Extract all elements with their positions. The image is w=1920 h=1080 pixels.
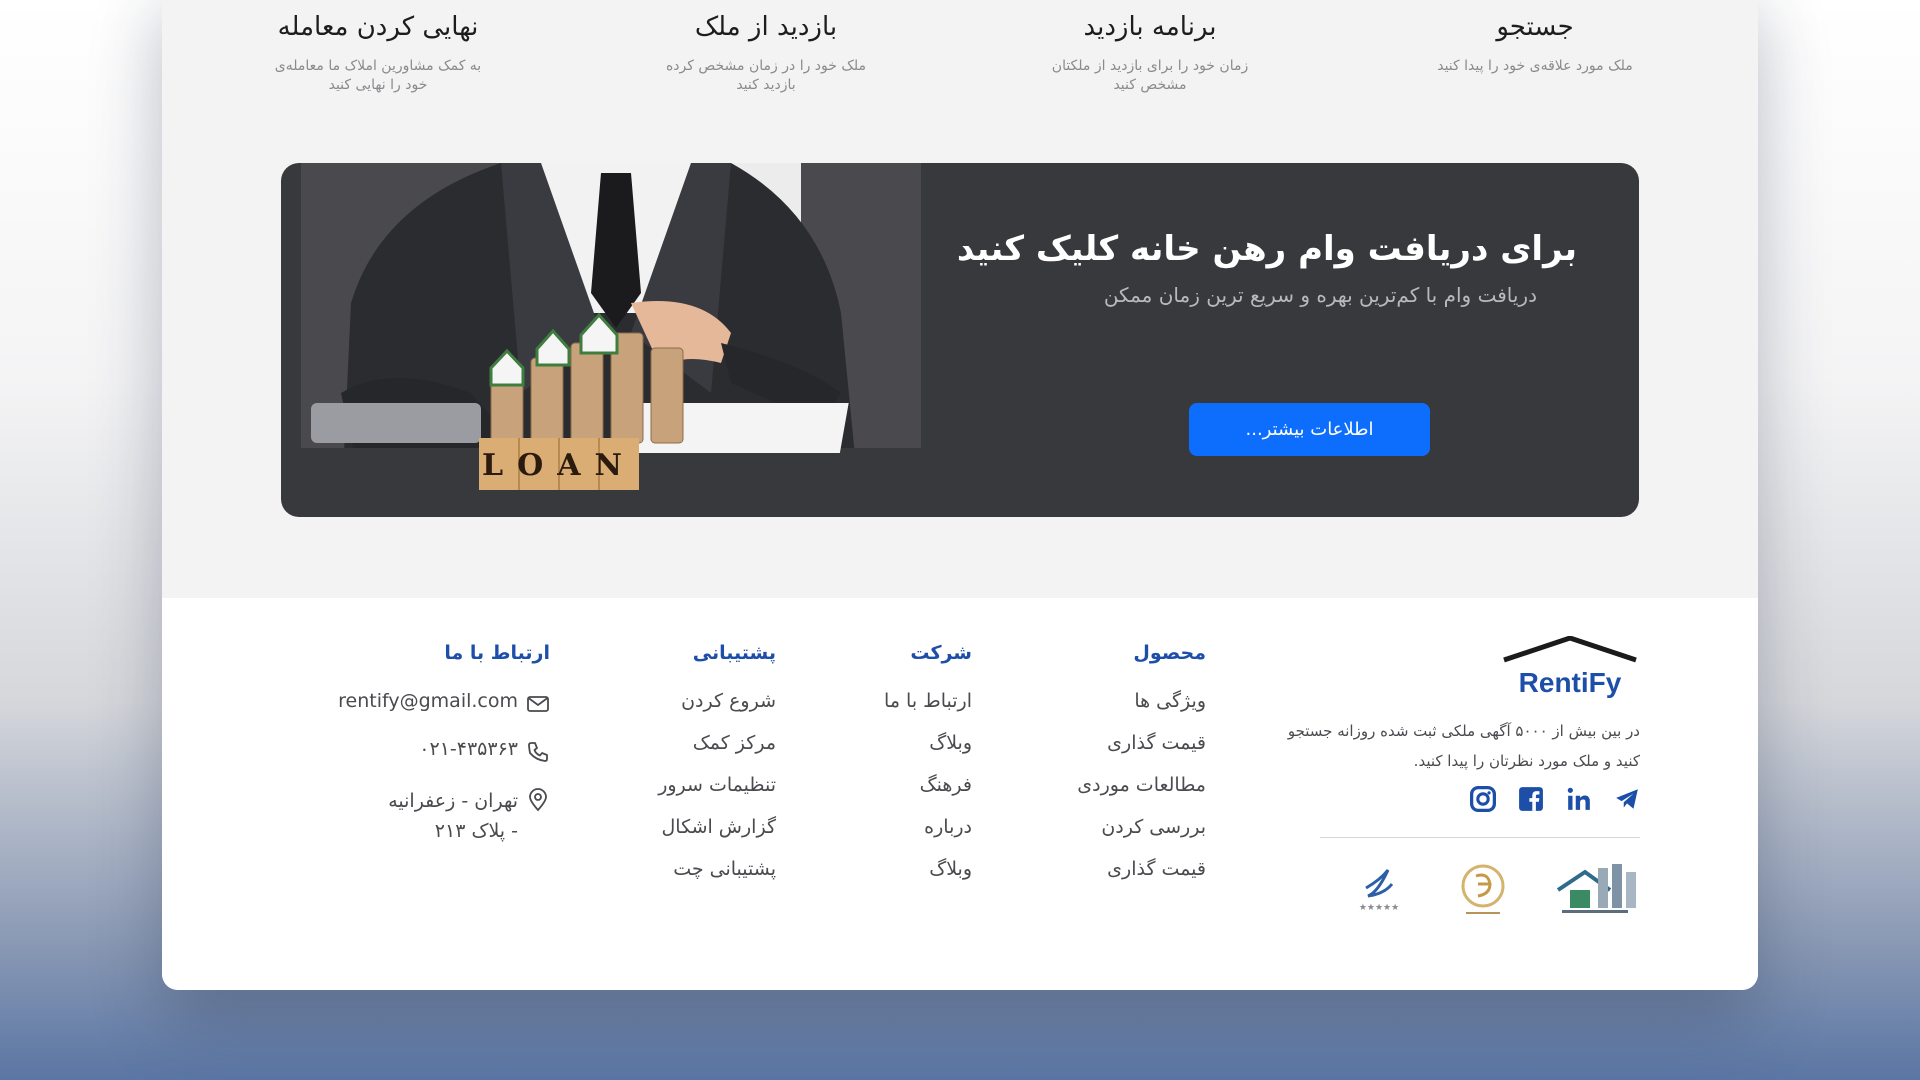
step-visit: بازدید از ملک ملک خود را در زمان مشخص کر… [601,12,931,95]
footer-link[interactable]: مرکز کمک [658,732,776,754]
col-title-contact: ارتباط با ما [444,642,550,664]
col-title-product: محصول [1133,642,1206,664]
social-links [1470,786,1640,812]
step-finalize: نهایی کردن معامله به کمک مشاورین املاک م… [213,12,543,95]
more-info-button[interactable]: اطلاعات بیشتر... [1189,403,1430,456]
footer-col-product: محصول ویژگی ها قیمت گذاری مطالعات موردی … [1077,642,1206,900]
rentify-logo[interactable]: RentiFy [1500,636,1640,706]
linkedin-icon[interactable] [1566,786,1592,812]
contact-address: تهران - زعفرانیه - پلاک ۲۱۳ [350,786,550,847]
step-schedule: برنامه بازدید زمان خود را برای بازدید از… [985,12,1315,95]
telegram-icon[interactable] [1614,786,1640,812]
loan-text: LOAN [482,448,636,483]
footer-link[interactable]: بررسی کردن [1077,816,1206,838]
samandehi-badge[interactable] [1458,860,1508,920]
contact-address-text: تهران - زعفرانیه - پلاک ۲۱۳ [388,790,518,843]
step-title: بازدید از ملک [694,12,838,42]
step-search: جستجو ملک مورد علاقه‌ی خود را پیدا کنید [1370,12,1700,76]
footer-link[interactable]: تنظیمات سرور [658,774,776,796]
loan-illustration: LOAN [301,163,921,517]
step-title: نهایی کردن معامله [277,12,479,42]
enamad-badge[interactable]: ★★★★★ [1354,860,1404,920]
svg-text:★★★★★: ★★★★★ [1359,903,1399,913]
step-desc: زمان خود را برای بازدید از ملکتان مشخص ک… [1051,58,1249,94]
col-title-support: پشتیبانی [692,642,776,664]
footer-link[interactable]: ویژگی ها [1077,690,1206,712]
footer-col-company: شرکت ارتباط با ما وبلاگ فرهنگ درباره وبل… [884,642,972,900]
banner-title: برای دریافت وام رهن خانه کلیک کنید [956,229,1577,269]
footer-col-support: پشتیبانی شروع کردن مرکز کمک تنظیمات سرور… [658,642,776,900]
contact-phone[interactable]: ۰۲۱-۴۳۵۳۶۳ [350,738,550,764]
footer-link[interactable]: ارتباط با ما [884,690,972,712]
step-title: برنامه بازدید [1083,12,1217,42]
page-card: جستجو ملک مورد علاقه‌ی خود را پیدا کنید … [162,0,1758,990]
footer-divider [1320,837,1640,838]
footer-link[interactable]: گزارش اشکال [658,816,776,838]
contact-email-text: rentify@gmail.com [338,690,518,712]
step-desc: ملک خود را در زمان مشخص کرده بازدید کنید [665,58,867,94]
logo-text: RentiFy [1519,667,1622,698]
step-desc: به کمک مشاورین املاک ما معامله‌ی خود را … [274,58,482,94]
footer-link[interactable]: شروع کردن [658,690,776,712]
site-footer: RentiFy در بین بیش از ۵۰۰۰ آگهی ملکی ثبت… [162,598,1758,990]
contact-email[interactable]: rentify@gmail.com [338,690,550,716]
footer-link[interactable]: وبلاگ [884,858,972,880]
footer-col-contact: ارتباط با ما rentify@gmail.com ۰۲۱-۴۳۵۳۶… [338,642,550,869]
loan-banner: برای دریافت وام رهن خانه کلیک کنید دریاف… [281,163,1639,517]
footer-link[interactable]: پشتیبانی چت [658,858,776,880]
footer-link[interactable]: قیمت گذاری [1077,732,1206,754]
instagram-icon[interactable] [1470,786,1496,812]
footer-link[interactable]: قیمت گذاری [1077,858,1206,880]
col-title-company: شرکت [910,642,972,664]
location-pin-icon [529,788,547,812]
footer-link[interactable]: وبلاگ [884,732,972,754]
footer-link[interactable]: فرهنگ [884,774,972,796]
step-desc: ملک مورد علاقه‌ی خود را پیدا کنید [1437,58,1633,75]
association-badge[interactable] [1550,860,1640,920]
step-title: جستجو [1496,12,1574,42]
trust-badges: ★★★★★ [1320,860,1640,920]
phone-icon [528,742,548,762]
footer-link[interactable]: درباره [884,816,972,838]
footer-about: در بین بیش از ۵۰۰۰ آگهی ملکی ثبت شده روز… [1287,722,1640,770]
footer-link[interactable]: مطالعات موردی [1077,774,1206,796]
mail-icon [527,696,549,712]
facebook-icon[interactable] [1518,786,1544,812]
contact-phone-text: ۰۲۱-۴۳۵۳۶۳ [419,738,518,760]
banner-subtitle: دریافت وام با کم‌ترین بهره و سریع ترین ز… [1103,283,1537,307]
